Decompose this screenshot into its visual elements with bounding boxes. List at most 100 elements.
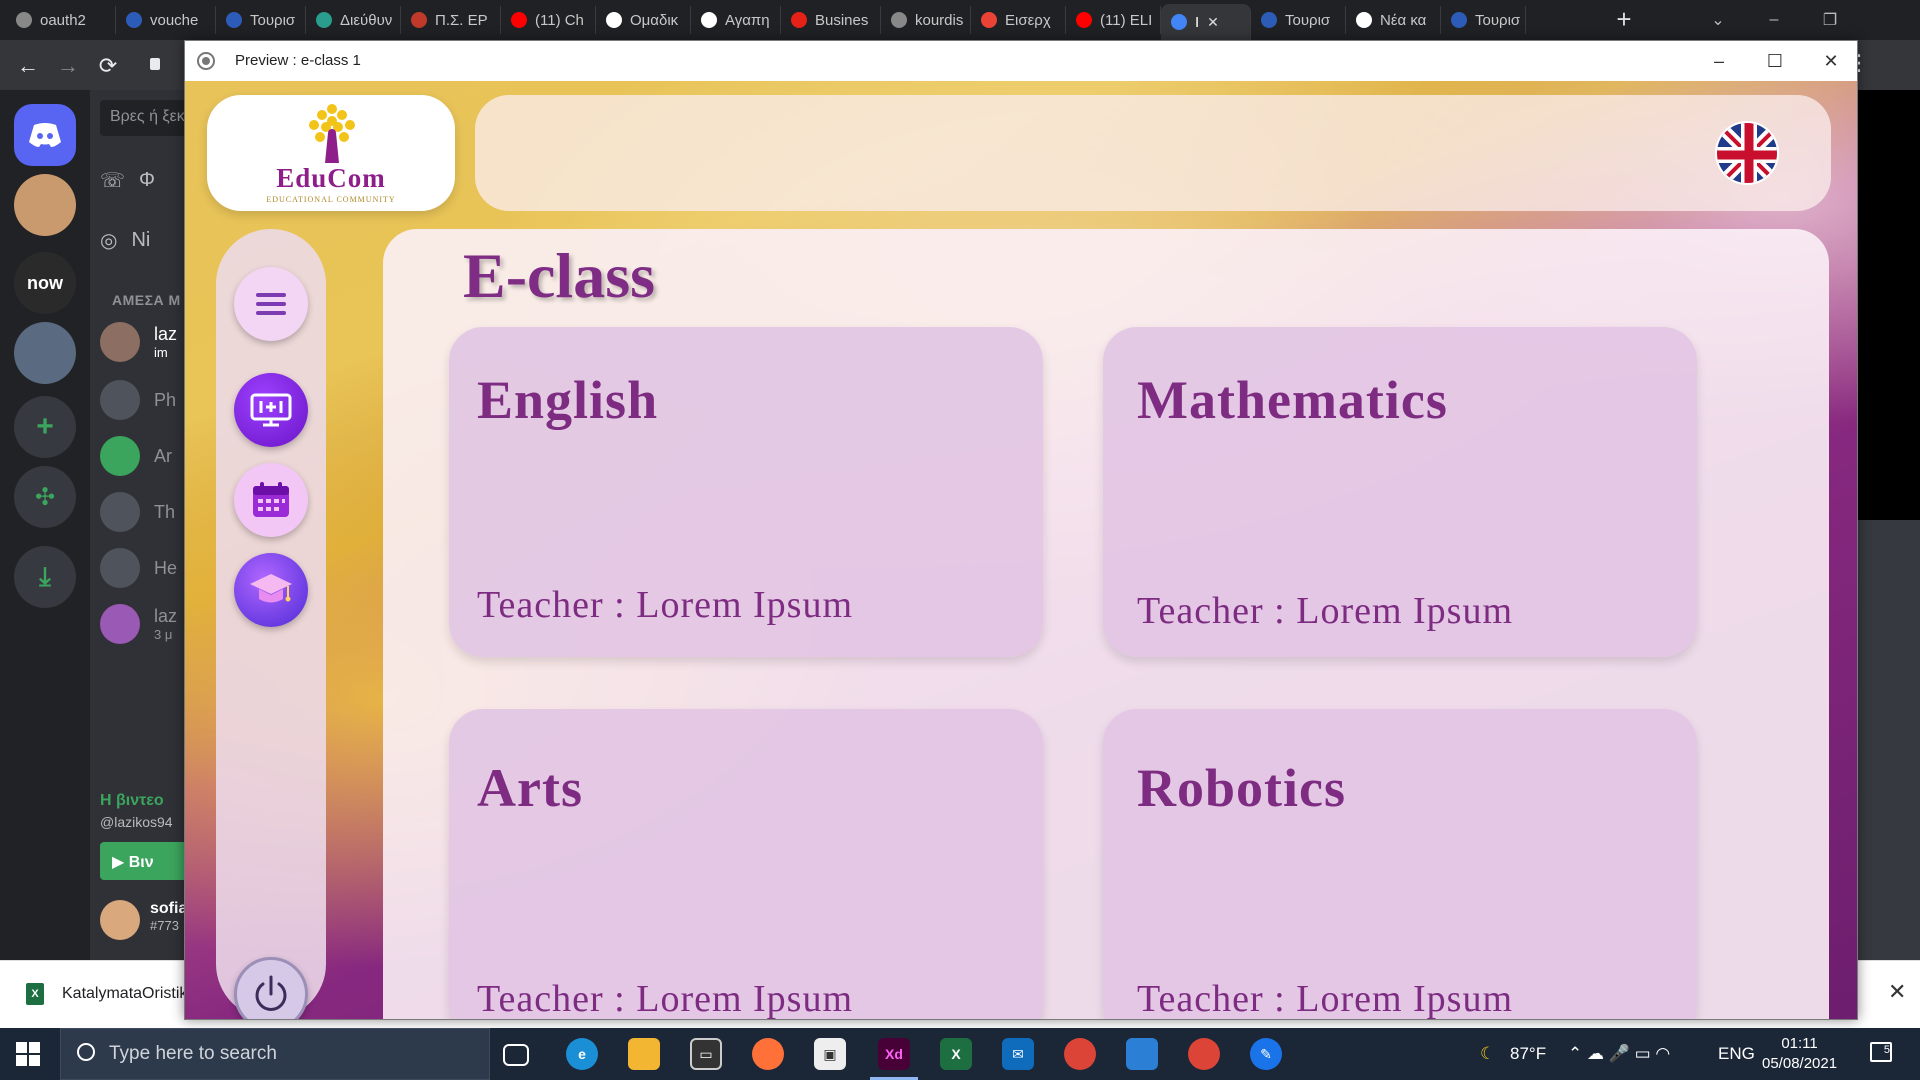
hamburger-menu-button[interactable] (234, 267, 308, 341)
notifications-icon[interactable]: 5 (1870, 1042, 1892, 1062)
preview-close-button[interactable]: ✕ (1803, 41, 1859, 81)
search-icon (77, 1043, 95, 1061)
course-card-robotics[interactable]: Robotics Teacher : Lorem Ipsum (1103, 709, 1697, 1019)
browser-tab[interactable]: Αγαπη (691, 6, 781, 34)
language-indicator[interactable]: ENG (1718, 1044, 1755, 1064)
tab-favicon-icon (1076, 12, 1092, 28)
browser-tab[interactable]: oauth2 (6, 6, 116, 34)
new-tab-button[interactable]: + (1610, 6, 1638, 34)
video-label: Βιν (128, 854, 154, 871)
background-window-right (1858, 90, 1920, 960)
server-avatar[interactable] (14, 174, 76, 236)
avatar (100, 322, 140, 362)
edge-icon[interactable]: e (566, 1038, 598, 1070)
course-card-mathematics[interactable]: Mathematics Teacher : Lorem Ipsum (1103, 327, 1697, 657)
classroom-button[interactable] (234, 373, 308, 447)
dm-list-item[interactable]: laz im (100, 322, 177, 362)
page-title: E-class (463, 240, 655, 311)
terminal-icon[interactable]: ▭ (690, 1038, 722, 1070)
avatar (100, 492, 140, 532)
uk-flag-icon[interactable] (1715, 121, 1779, 185)
browser-tab[interactable]: Busines (781, 6, 881, 34)
photos-icon[interactable] (1126, 1038, 1158, 1070)
tab-search-icon[interactable]: ⌄ (1690, 0, 1746, 40)
excel-file-icon: X (26, 983, 44, 1005)
back-icon[interactable]: ← (14, 52, 42, 80)
excel-icon[interactable]: X (940, 1038, 972, 1070)
explore-icon[interactable]: ✣ (14, 466, 76, 528)
dm-name: Ar (154, 445, 172, 466)
dm-list-item[interactable]: He (100, 548, 177, 588)
friends-item[interactable]: ☏ Φ (100, 168, 155, 193)
record-icon[interactable] (197, 52, 215, 70)
avatar (100, 604, 140, 644)
browser-tab-strip: oauth2 vouche Τουρισ Διεύθυν Π.Σ. ΕΡ (11) Ch Ο… (0, 0, 1920, 40)
tab-label: Εισερχ (1005, 11, 1051, 29)
logo-card[interactable]: EduCom EDUCATIONAL COMMUNITY (207, 95, 455, 211)
tab-label: oauth2 (40, 11, 86, 29)
browser-tab[interactable]: Νέα κα (1346, 6, 1441, 34)
chrome-profile-icon[interactable] (1188, 1038, 1220, 1070)
forward-icon[interactable]: → (54, 52, 82, 80)
tab-label: Busines (815, 11, 869, 29)
course-card-arts[interactable]: Arts Teacher : Lorem Ipsum (449, 709, 1043, 1019)
browser-tab[interactable]: (11) ELI (1066, 6, 1161, 34)
browser-tab[interactable]: kourdis (881, 6, 971, 34)
course-name: Robotics (1137, 758, 1346, 818)
adobe-xd-icon[interactable]: Xd (870, 1038, 918, 1080)
minimize-button[interactable]: – (1746, 0, 1802, 40)
clock[interactable]: 01:11 05/08/2021 (1762, 1034, 1837, 1074)
windows-start-icon[interactable] (16, 1042, 40, 1066)
browser-tab[interactable]: Π.Σ. ΕΡ (401, 6, 501, 34)
close-download-bar-icon[interactable]: ✕ (1888, 979, 1906, 1005)
browser-tab[interactable]: vouche (116, 6, 216, 34)
server-avatar[interactable] (14, 322, 76, 384)
discord-home-icon[interactable] (14, 104, 76, 166)
browser-tab[interactable]: Ομαδικ (596, 6, 691, 34)
tab-favicon-icon (511, 12, 527, 28)
graduation-button[interactable] (234, 553, 308, 627)
tab-label: (11) Ch (535, 11, 584, 29)
preview-minimize-button[interactable]: – (1691, 41, 1747, 81)
server-now-icon[interactable]: now (14, 252, 76, 314)
browser-tab[interactable]: I ✕ (1161, 4, 1251, 40)
tab-favicon-icon (1171, 14, 1187, 30)
tray-icons[interactable]: ⌃ ☁ 🎤 ▭ ◠ (1568, 1044, 1670, 1064)
browser-tab[interactable]: (11) Ch (501, 6, 596, 34)
file-explorer-icon[interactable] (628, 1038, 660, 1070)
weather-temp[interactable]: 87°F (1510, 1044, 1546, 1064)
voice-user: @lazikos94 (100, 814, 173, 830)
calendar-button[interactable] (234, 463, 308, 537)
browser-tab[interactable]: Τουρισ (216, 6, 306, 34)
browser-tab[interactable]: Διεύθυν (306, 6, 401, 34)
restore-button[interactable]: ❐ (1802, 0, 1858, 40)
browser-tab[interactable]: Εισερχ (971, 6, 1066, 34)
dm-list-item[interactable]: laz 3 μ (100, 604, 177, 644)
browser-tab[interactable]: Τουρισ (1441, 6, 1526, 34)
tab-favicon-icon (316, 12, 332, 28)
dm-list-item[interactable]: Ph (100, 380, 176, 420)
user-panel[interactable]: sofia #773 (100, 900, 187, 940)
preview-window: Preview : e-class 1 – ☐ ✕ EduCom EDUCATI… (184, 40, 1858, 1020)
dm-name: laz (154, 324, 178, 344)
course-card-english[interactable]: English Teacher : Lorem Ipsum (449, 327, 1043, 657)
download-filename[interactable]: KatalymataOristik (62, 985, 187, 1003)
mail-icon[interactable]: ✉ (1002, 1038, 1034, 1070)
tab-favicon-icon (791, 12, 807, 28)
nitro-item[interactable]: ◎ Ni (100, 228, 150, 253)
paint-app-icon[interactable]: ✎ (1250, 1038, 1282, 1070)
taskbar-search-input[interactable]: Type here to search (60, 1028, 490, 1080)
dm-list-item[interactable]: Ar (100, 436, 172, 476)
reload-icon[interactable]: ⟳ (94, 52, 122, 80)
task-view-icon[interactable] (503, 1044, 529, 1066)
download-apps-icon[interactable]: ⤓ (14, 546, 76, 608)
dm-list-item[interactable]: Th (100, 492, 175, 532)
logout-button[interactable] (234, 957, 308, 1019)
add-server-icon[interactable]: + (14, 396, 76, 458)
firefox-icon[interactable] (752, 1038, 784, 1070)
tab-close-icon[interactable]: ✕ (1207, 14, 1219, 31)
store-icon[interactable]: ▣ (814, 1038, 846, 1070)
chrome-icon[interactable] (1064, 1038, 1096, 1070)
browser-tab[interactable]: Τουρισ (1251, 6, 1346, 34)
preview-maximize-button[interactable]: ☐ (1747, 41, 1803, 81)
